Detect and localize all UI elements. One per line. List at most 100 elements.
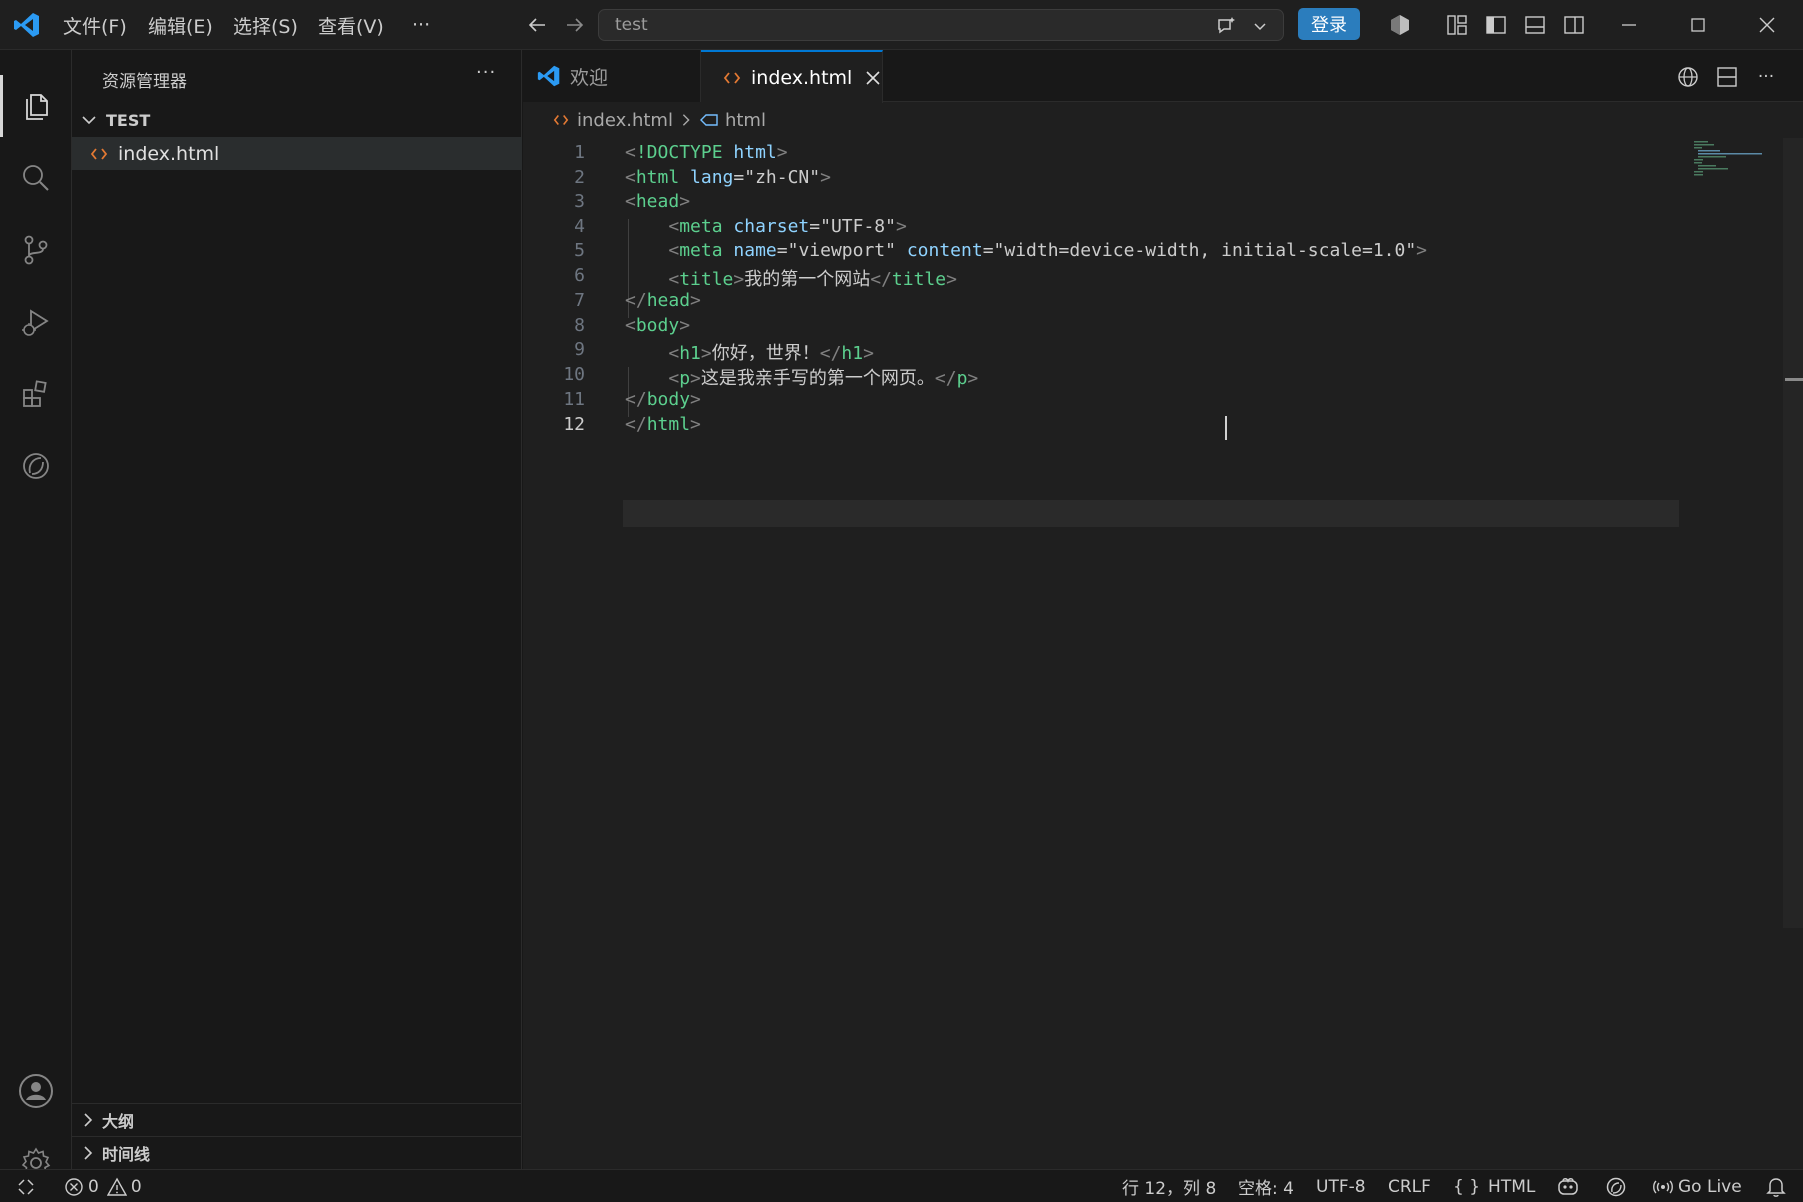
code-line: <body> [625, 315, 691, 336]
end-of-line[interactable]: CRLF [1388, 1170, 1431, 1202]
run-debug-icon[interactable] [0, 291, 72, 353]
menu-file[interactable]: 文件(F) [63, 11, 127, 39]
tab-bar: 欢迎 index.html ··· [523, 50, 1803, 103]
vertical-scrollbar[interactable] [1783, 138, 1803, 928]
line-number: 1 [574, 142, 585, 163]
customize-layout-icon[interactable] [1442, 10, 1472, 40]
problems-indicator[interactable]: 0 0 [64, 1170, 142, 1202]
encoding[interactable]: UTF-8 [1316, 1170, 1366, 1202]
breadcrumb-symbol[interactable]: html [725, 110, 766, 131]
go-live-button[interactable]: Go Live [1652, 1170, 1742, 1202]
tab-welcome[interactable]: 欢迎 [523, 50, 701, 102]
copilot-icon[interactable] [1385, 10, 1415, 40]
remote-indicator-icon[interactable] [16, 1170, 36, 1202]
line-number: 10 [563, 364, 585, 385]
file-name: index.html [118, 142, 220, 165]
menu-view[interactable]: 查看(V) [318, 11, 384, 39]
breadcrumb-file[interactable]: index.html [577, 110, 673, 131]
html-file-icon [723, 69, 741, 87]
sidebar-more-actions[interactable]: ··· [476, 62, 496, 83]
language-mode[interactable]: { } HTML [1453, 1170, 1535, 1202]
remote-status-icon[interactable] [1605, 1170, 1627, 1202]
toggle-primary-sidebar-icon[interactable] [1481, 10, 1511, 40]
notifications-bell-icon[interactable] [1766, 1170, 1786, 1202]
close-window-icon[interactable] [1750, 8, 1784, 42]
folder-row-test[interactable]: TEST [72, 105, 522, 135]
cursor-position[interactable]: 行 12，列 8 [1122, 1170, 1216, 1202]
vscode-logo-icon [537, 64, 561, 88]
command-center-search[interactable]: test [598, 9, 1284, 41]
symbol-element-icon [699, 112, 719, 128]
chevron-right-icon [679, 113, 693, 127]
html-file-icon [90, 145, 108, 163]
scrollbar-cursor-marker [1785, 378, 1803, 381]
code-line: <p>这是我亲手写的第一个网页。</p> [668, 368, 979, 389]
line-number: 7 [574, 290, 585, 311]
line-number: 6 [574, 265, 585, 286]
broadcast-icon [1652, 1178, 1674, 1196]
code-line: <meta name="viewport" content="width=dev… [668, 240, 1428, 261]
menu-edit[interactable]: 编辑(E) [148, 11, 213, 39]
chevron-right-icon [80, 1112, 96, 1128]
back-arrow-icon[interactable] [522, 10, 552, 40]
account-icon[interactable] [0, 1060, 72, 1122]
open-preview-globe-icon[interactable] [1673, 62, 1703, 92]
line-number: 3 [574, 191, 585, 212]
maximize-icon[interactable] [1681, 8, 1715, 42]
close-tab-icon[interactable] [864, 69, 882, 87]
editor-area: 欢迎 index.html ··· index.html html 1 2 3 … [523, 50, 1803, 1169]
line-number-current: 12 [563, 414, 585, 435]
code-editor[interactable]: 1 2 3 4 5 6 7 8 9 10 11 12 <!DOCTYPE htm… [523, 138, 1803, 1158]
code-line: </body> [625, 389, 701, 410]
status-bar: 0 0 行 12，列 8 空格: 4 UTF-8 CRLF { } HTML G… [0, 1169, 1803, 1202]
line-number: 8 [574, 315, 585, 336]
warning-count: 0 [130, 1176, 142, 1197]
chevron-down-icon[interactable] [1249, 15, 1271, 37]
file-item-index-html[interactable]: index.html [72, 137, 522, 170]
tab-label: index.html [751, 66, 853, 89]
folder-name: TEST [106, 110, 151, 130]
chevron-down-icon [80, 111, 98, 129]
language-label: HTML [1488, 1176, 1536, 1197]
braces-icon: { } [1453, 1176, 1481, 1197]
code-line: <meta charset="UTF-8"> [668, 216, 907, 237]
line-number: 5 [574, 240, 585, 261]
remote-explorer-icon[interactable] [0, 435, 72, 497]
go-live-label: Go Live [1678, 1176, 1742, 1197]
warning-icon [106, 1177, 127, 1197]
activity-bar [0, 50, 72, 1178]
copilot-chat-icon[interactable] [1213, 13, 1239, 39]
tab-label: 欢迎 [570, 66, 609, 89]
copilot-status-icon[interactable] [1556, 1170, 1580, 1202]
toggle-secondary-sidebar-icon[interactable] [1559, 10, 1589, 40]
forward-arrow-icon[interactable] [560, 10, 590, 40]
explorer-icon[interactable] [0, 75, 72, 137]
line-number: 9 [574, 339, 585, 360]
code-line: <head> [625, 191, 691, 212]
minimize-icon[interactable] [1612, 8, 1646, 42]
sidebar-title: 资源管理器 [102, 72, 187, 92]
split-editor-icon[interactable] [1712, 62, 1742, 92]
explorer-sidebar: 资源管理器 ··· TEST index.html 大纲 时间线 [72, 50, 522, 1169]
menu-selection[interactable]: 选择(S) [233, 11, 298, 39]
section-timeline[interactable]: 时间线 [72, 1136, 522, 1168]
section-timeline-label: 时间线 [102, 1144, 151, 1164]
error-icon [64, 1177, 84, 1197]
text-cursor [1225, 416, 1227, 440]
login-button[interactable]: 登录 [1298, 8, 1360, 40]
code-line: </head> [625, 290, 701, 311]
editor-more-actions[interactable]: ··· [1751, 62, 1781, 92]
title-bar: 文件(F) 编辑(E) 选择(S) 查看(V) ··· test 登录 [0, 0, 1803, 50]
menu-more[interactable]: ··· [412, 11, 430, 39]
source-control-icon[interactable] [0, 219, 72, 281]
extensions-icon[interactable] [0, 363, 72, 425]
html-file-icon [553, 112, 569, 128]
search-text: test [615, 15, 648, 35]
tab-index-html[interactable]: index.html [701, 50, 883, 103]
indentation[interactable]: 空格: 4 [1238, 1170, 1294, 1202]
vscode-logo-icon [12, 10, 42, 40]
section-outline[interactable]: 大纲 [72, 1103, 522, 1135]
toggle-panel-icon[interactable] [1520, 10, 1550, 40]
search-icon[interactable] [0, 147, 72, 209]
code-line: <title>我的第一个网站</title> [668, 269, 957, 290]
